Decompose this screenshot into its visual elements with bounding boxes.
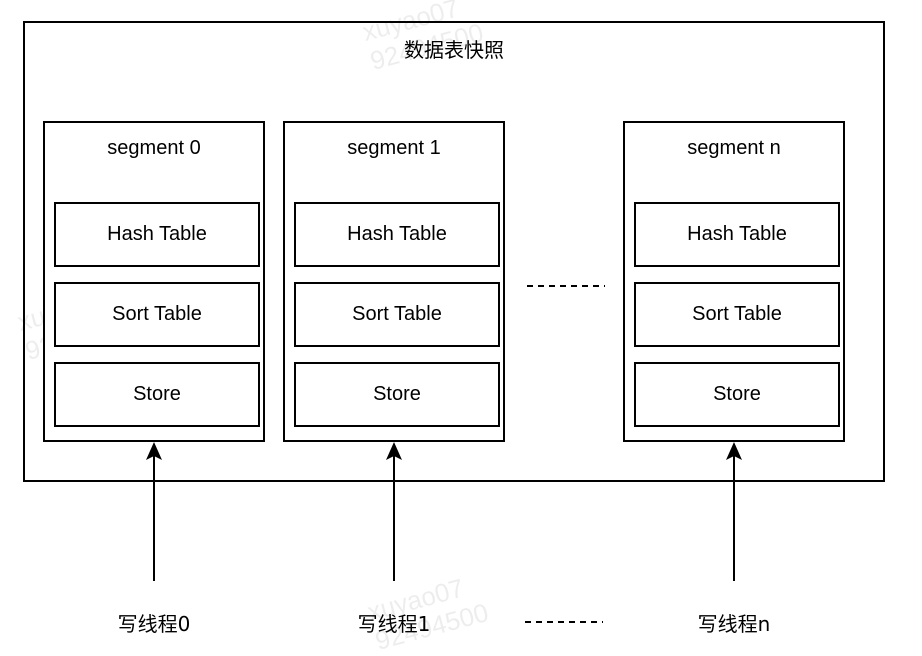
thread-label-n: 写线程n	[697, 612, 771, 636]
connectors-layer	[146, 285, 742, 623]
arrow-thread-1	[386, 442, 402, 581]
thread-label-0: 写线程0	[117, 612, 191, 636]
thread-label-1: 写线程1	[357, 612, 431, 636]
arrow-thread-n	[726, 442, 742, 581]
arrow-thread-0	[146, 442, 162, 581]
